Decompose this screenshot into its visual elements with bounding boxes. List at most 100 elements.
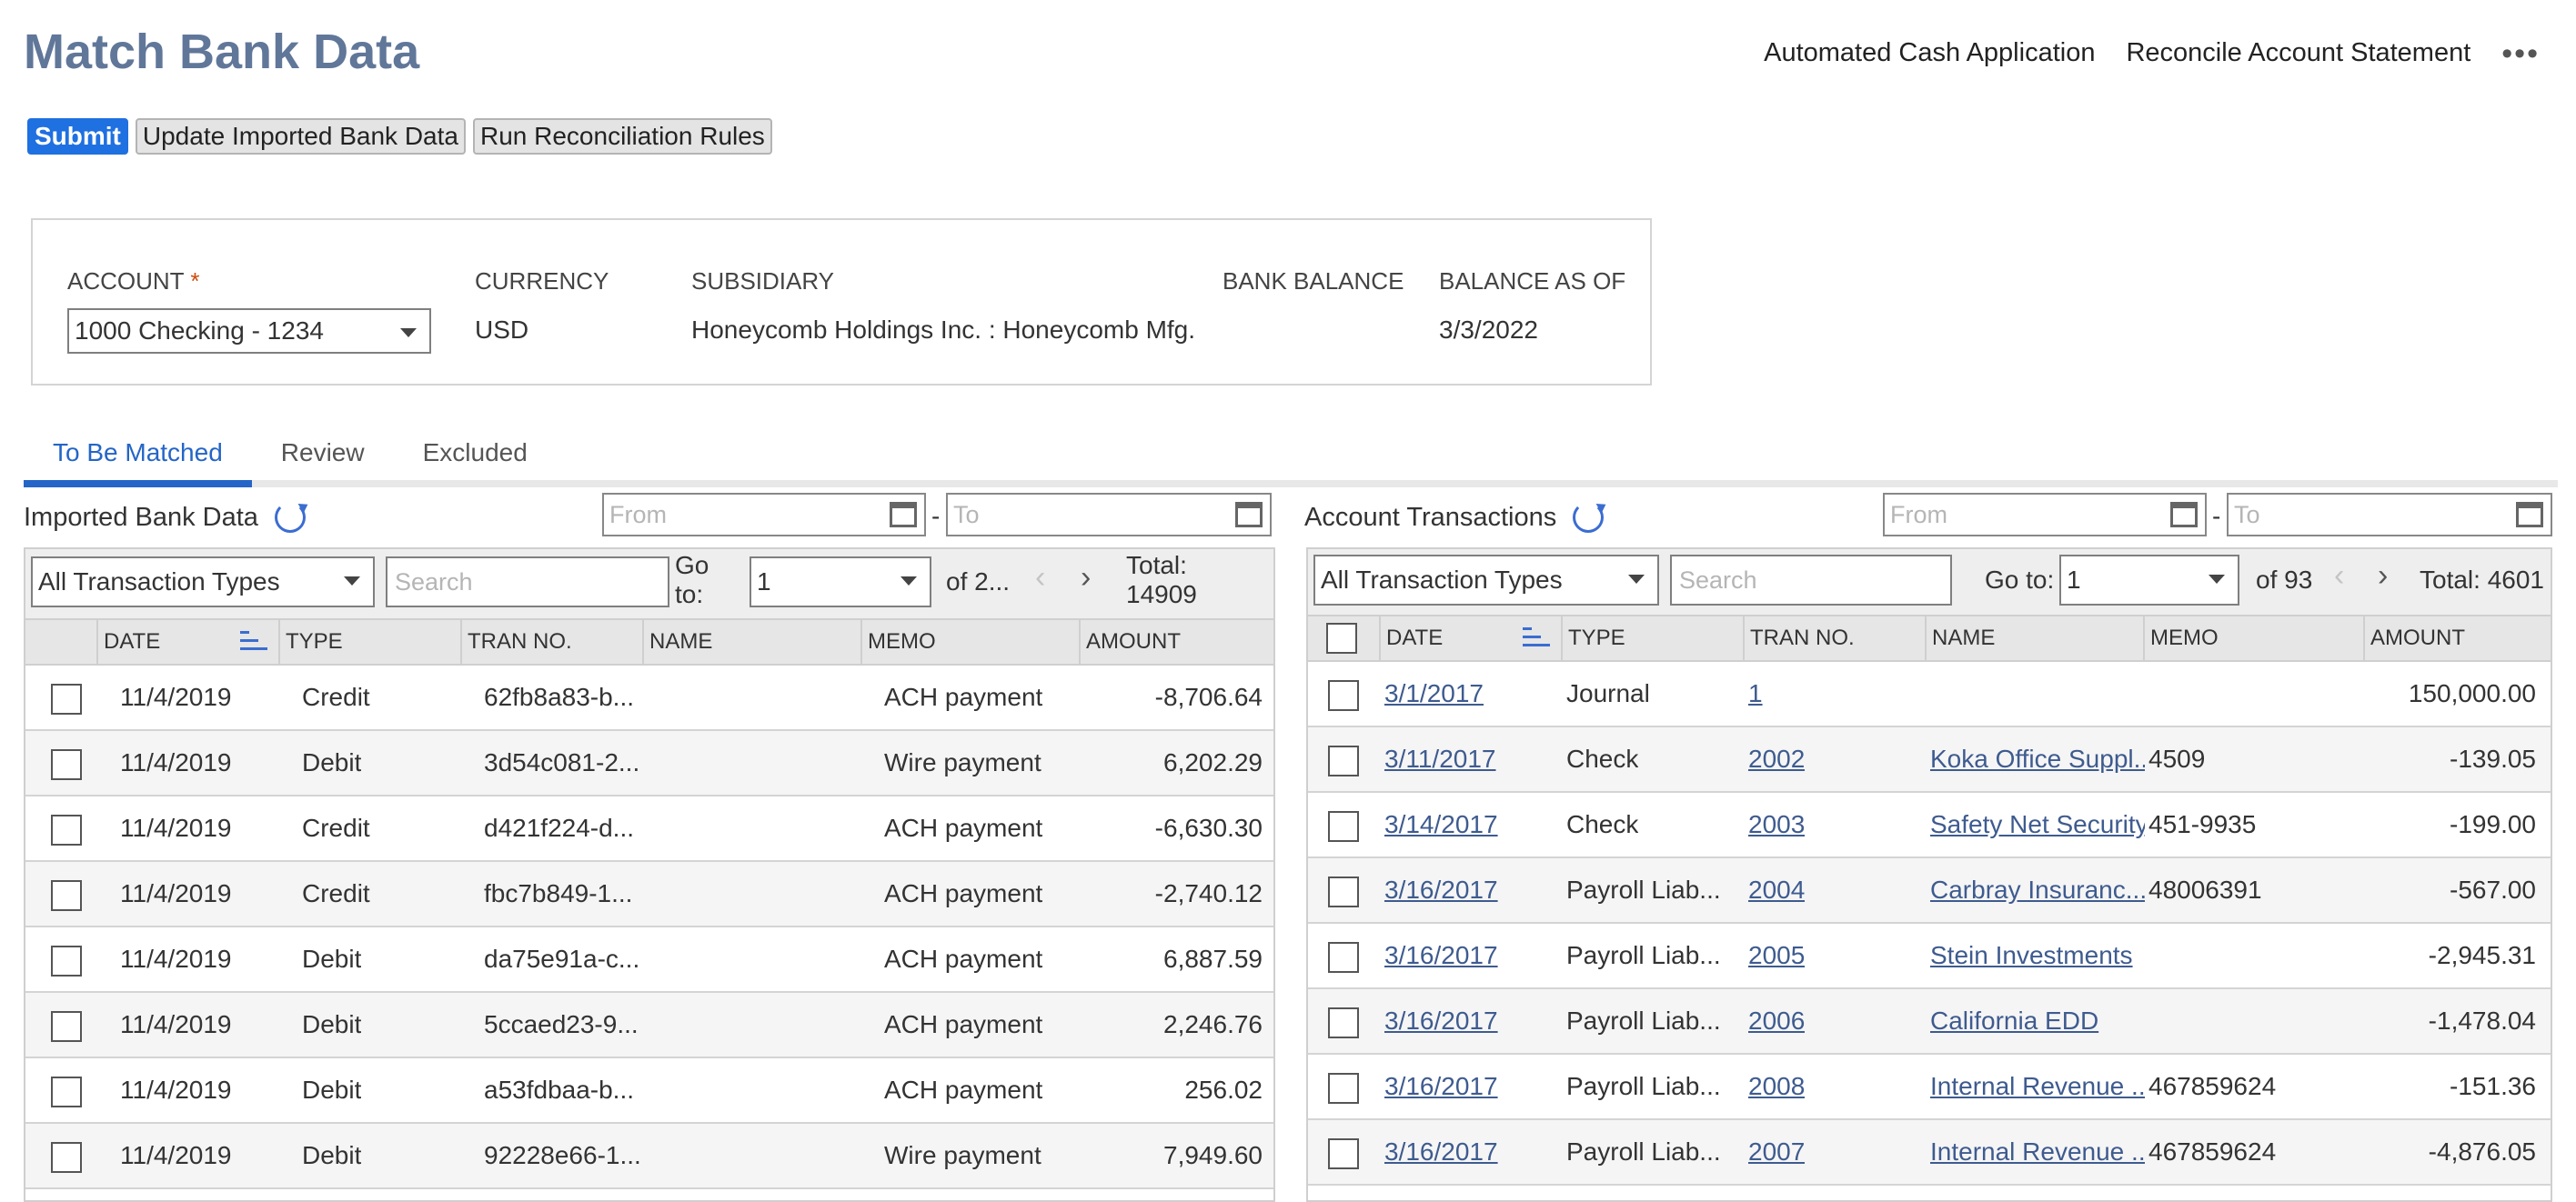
column-amount[interactable]: AMOUNT	[2363, 616, 2551, 660]
chevron-left-icon[interactable]: ‹	[1035, 560, 1045, 596]
bank-balance-label: BANK BALANCE	[1223, 267, 1404, 295]
automated-cash-application-link[interactable]: Automated Cash Application	[1764, 38, 2095, 68]
total-value: 14909	[1126, 580, 1197, 608]
of-pages: of 93	[2256, 566, 2313, 594]
table-row[interactable]: 3/16/2017 Payroll Liab... 2006 Californi…	[1308, 989, 2551, 1055]
table-row[interactable]: 11/4/2019 Debit a53fdbaa-b... ACH paymen…	[25, 1058, 1273, 1124]
column-tran-no[interactable]: TRAN NO.	[1743, 616, 1925, 660]
chevron-left-icon[interactable]: ‹	[2334, 558, 2344, 594]
table-row[interactable]: 3/16/2017 Payroll Liab... 2007 Internal …	[1308, 1120, 2551, 1186]
sort-icon[interactable]	[240, 631, 267, 651]
transaction-type-select[interactable]: All Transaction Types	[1313, 555, 1659, 606]
calendar-icon[interactable]	[2170, 502, 2198, 527]
row-checkbox[interactable]	[1328, 680, 1359, 711]
column-amount[interactable]: AMOUNT	[1079, 620, 1273, 664]
transaction-type-select[interactable]: All Transaction Types	[31, 556, 375, 607]
table-row[interactable]: 3/11/2017 Check 2002 Koka Office Suppl..…	[1308, 727, 2551, 793]
row-checkbox[interactable]	[51, 684, 82, 715]
from-date-input[interactable]: From	[1883, 493, 2207, 536]
column-memo[interactable]: MEMO	[2143, 616, 2363, 660]
account-info-box: ACCOUNT * 1000 Checking - 1234 CURRENCY …	[31, 218, 1652, 386]
row-checkbox[interactable]	[1328, 1138, 1359, 1169]
calendar-icon[interactable]	[1235, 502, 1263, 527]
run-reconciliation-rules-button[interactable]: Run Reconciliation Rules	[472, 118, 772, 155]
calendar-icon[interactable]	[890, 502, 917, 527]
row-checkbox[interactable]	[1328, 1007, 1359, 1038]
subsidiary-value: Honeycomb Holdings Inc. : Honeycomb Mfg.	[691, 316, 1196, 344]
more-options-icon[interactable]: •••	[2501, 38, 2540, 69]
tab-excluded[interactable]: Excluded	[394, 427, 557, 487]
to-date-input[interactable]: To	[946, 493, 1272, 536]
row-checkbox[interactable]	[1328, 942, 1359, 973]
imported-bank-data-grid: All Transaction Types Search Go to: 1 of…	[24, 547, 1275, 1202]
chevron-down-icon	[1628, 575, 1645, 584]
column-memo[interactable]: MEMO	[860, 620, 1079, 664]
tab-bar: To Be Matched Review Excluded	[24, 427, 2558, 487]
chevron-right-icon[interactable]: ›	[2378, 558, 2388, 594]
table-row[interactable]: 11/4/2019 Credit d421f224-d... ACH payme…	[25, 796, 1273, 862]
account-select[interactable]: 1000 Checking - 1234	[67, 308, 431, 354]
row-checkbox[interactable]	[51, 815, 82, 846]
row-checkbox[interactable]	[51, 946, 82, 977]
account-transactions-title: Account Transactions	[1304, 502, 1557, 532]
table-row[interactable]: 11/4/2019 Debit da75e91a-c... ACH paymen…	[25, 927, 1273, 993]
currency-field: CURRENCY USD	[475, 267, 609, 345]
imported-bank-data-title: Imported Bank Data	[24, 502, 258, 532]
row-checkbox[interactable]	[51, 1077, 82, 1107]
column-name[interactable]: NAME	[642, 620, 860, 664]
column-tran-no[interactable]: TRAN NO.	[460, 620, 642, 664]
table-row[interactable]: 11/4/2019 Debit 5ccaed23-9... ACH paymen…	[25, 993, 1273, 1058]
select-all-column	[1308, 616, 1379, 660]
select-all-checkbox[interactable]	[1326, 623, 1357, 654]
go-to-label-2: to:	[675, 580, 704, 608]
table-row[interactable]: 11/4/2019 Credit 62fb8a83-b... ACH payme…	[25, 666, 1273, 731]
chevron-down-icon	[344, 576, 360, 586]
row-checkbox[interactable]	[1328, 811, 1359, 842]
subsidiary-field: SUBSIDIARY Honeycomb Holdings Inc. : Hon…	[691, 267, 1195, 345]
page-select[interactable]: 1	[2059, 555, 2239, 606]
from-date-input[interactable]: From	[602, 493, 926, 536]
column-type[interactable]: TYPE	[1561, 616, 1743, 660]
row-checkbox[interactable]	[1328, 876, 1359, 907]
submit-button[interactable]: Submit	[27, 118, 128, 155]
search-input[interactable]: Search	[386, 556, 669, 607]
table-row[interactable]: 3/16/2017 Payroll Liab... 2008 Internal …	[1308, 1055, 2551, 1120]
table-row[interactable]: 3/1/2017 Journal 1 150,000.00	[1308, 662, 2551, 727]
update-imported-bank-data-button[interactable]: Update Imported Bank Data	[135, 118, 466, 155]
row-checkbox[interactable]	[51, 1142, 82, 1173]
table-row[interactable]: 11/4/2019 Credit fbc7b849-1... ACH payme…	[25, 862, 1273, 927]
account-transactions-panel: Account Transactions From - To All Trans…	[1304, 491, 2552, 1202]
page-select[interactable]: 1	[750, 556, 931, 607]
table-row[interactable]: 11/4/2019 Debit 92228e66-1... Wire payme…	[25, 1124, 1273, 1189]
reconcile-account-statement-link[interactable]: Reconcile Account Statement	[2126, 38, 2470, 68]
table-row[interactable]: 3/16/2017 Payroll Liab... 2004 Carbray I…	[1308, 858, 2551, 924]
table-row[interactable]: 11/4/2019 Debit 3d54c081-2... Wire payme…	[25, 731, 1273, 796]
row-checkbox[interactable]	[51, 749, 82, 780]
row-checkbox[interactable]	[1328, 746, 1359, 776]
search-input[interactable]: Search	[1670, 555, 1952, 606]
column-type[interactable]: TYPE	[278, 620, 460, 664]
row-checkbox[interactable]	[51, 880, 82, 911]
row-checkbox[interactable]	[51, 1011, 82, 1042]
tab-review[interactable]: Review	[252, 427, 394, 487]
calendar-icon[interactable]	[2516, 502, 2543, 527]
of-pages: of 2...	[946, 567, 1011, 596]
page-title: Match Bank Data	[24, 25, 420, 79]
imported-bank-data-panel: Imported Bank Data From - To All Transac…	[24, 491, 1275, 1202]
column-name[interactable]: NAME	[1925, 616, 2143, 660]
table-row[interactable]: 3/16/2017 Payroll Liab... 2005 Stein Inv…	[1308, 924, 2551, 989]
tab-to-be-matched[interactable]: To Be Matched	[24, 427, 252, 487]
currency-label: CURRENCY	[475, 267, 609, 295]
sort-icon[interactable]	[1523, 627, 1550, 647]
table-header: DATE TYPE TRAN NO. NAME MEMO AMOUNT	[25, 618, 1273, 666]
refresh-icon[interactable]	[1573, 502, 1605, 533]
currency-value: USD	[475, 316, 529, 344]
chevron-right-icon[interactable]: ›	[1081, 560, 1091, 596]
balance-as-of-field: BALANCE AS OF 3/3/2022	[1439, 267, 1625, 345]
row-checkbox[interactable]	[1328, 1073, 1359, 1104]
go-to-label: Go to:	[1985, 566, 2055, 594]
toolbar: Submit Update Imported Bank Data Run Rec…	[27, 118, 772, 155]
refresh-icon[interactable]	[274, 502, 306, 533]
table-row[interactable]: 3/14/2017 Check 2003 Safety Net Security…	[1308, 793, 2551, 858]
to-date-input[interactable]: To	[2227, 493, 2552, 536]
